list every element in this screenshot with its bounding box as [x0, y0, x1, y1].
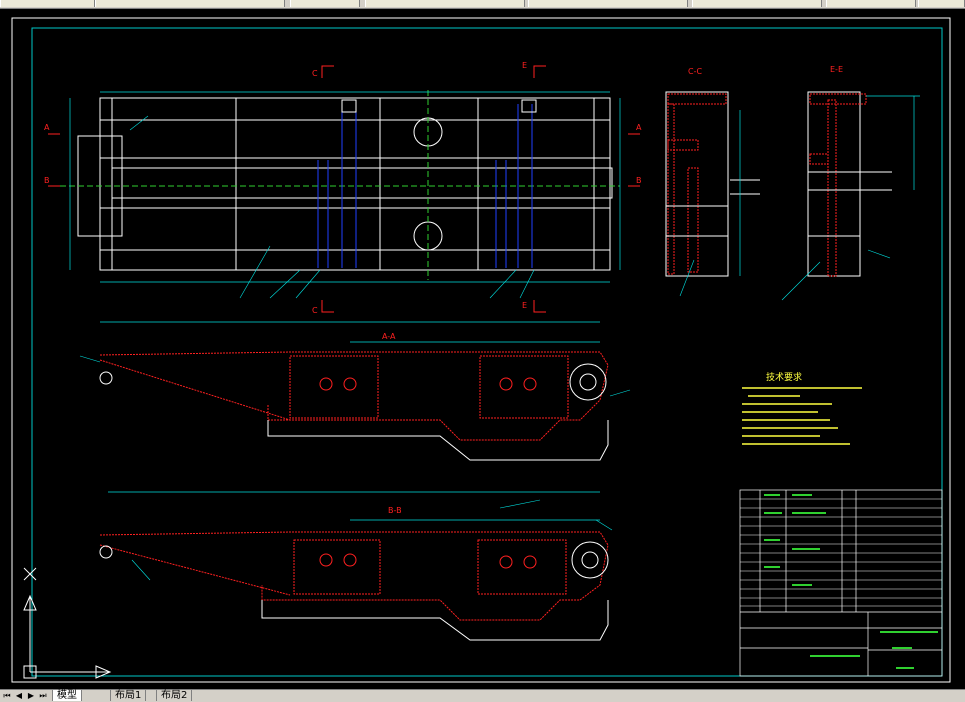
- section-label-e-top: E: [522, 61, 527, 70]
- tab-layout1[interactable]: 布局1: [110, 690, 147, 701]
- taskbar-button-3[interactable]: [290, 0, 360, 7]
- view-title-bb: B-B: [388, 506, 402, 515]
- prev-tab-icon[interactable]: ◀: [14, 691, 24, 701]
- section-view-cc: [665, 91, 760, 277]
- taskbar-button-6[interactable]: [692, 0, 822, 7]
- taskbar-button-8[interactable]: [918, 0, 965, 7]
- section-label-b-left: B: [44, 176, 50, 185]
- view-title-aa: A-A: [382, 332, 396, 341]
- section-label-a-left: A: [44, 123, 50, 132]
- section-view-ee: [807, 91, 920, 277]
- section-markers: [48, 65, 640, 313]
- title-block-row-lines: [740, 498, 942, 607]
- taskbar-button-2[interactable]: [95, 0, 285, 7]
- section-label-b-right: B: [636, 176, 642, 185]
- view-title-ee: E-E: [830, 65, 843, 74]
- technical-notes-lines: [742, 387, 862, 445]
- first-tab-icon[interactable]: ⏮: [2, 691, 12, 701]
- cad-drawing-canvas[interactable]: C E C E A B A B C-C E-E A-A B-B 技术要求: [0, 8, 965, 688]
- title-block-text-strokes: [764, 494, 938, 669]
- section-label-c-top: C: [312, 69, 318, 78]
- section-label-c-bottom: C: [312, 306, 318, 315]
- taskbar-button-7[interactable]: [826, 0, 916, 7]
- section-view-bb: [99, 491, 609, 641]
- tab-layout2[interactable]: 布局2: [156, 690, 193, 701]
- section-label-a-right: A: [636, 123, 642, 132]
- view-title-cc: C-C: [688, 67, 702, 76]
- technical-notes-title: 技术要求: [766, 371, 802, 383]
- next-tab-icon[interactable]: ▶: [26, 691, 36, 701]
- taskbar-button-5[interactable]: [528, 0, 688, 7]
- ucs-icon: [23, 567, 112, 679]
- tab-model[interactable]: 模型: [52, 690, 82, 701]
- section-view-aa: [99, 321, 609, 461]
- sheet-outer-frame: [11, 17, 951, 683]
- section-label-e-bottom: E: [522, 301, 527, 310]
- last-tab-icon[interactable]: ⏭: [38, 691, 48, 701]
- taskbar-button-4[interactable]: [365, 0, 525, 7]
- taskbar-button-1[interactable]: [0, 0, 95, 7]
- layout-tab-bar: ⏮ ◀ ▶ ⏭ 模型 布局1 布局2: [0, 689, 965, 702]
